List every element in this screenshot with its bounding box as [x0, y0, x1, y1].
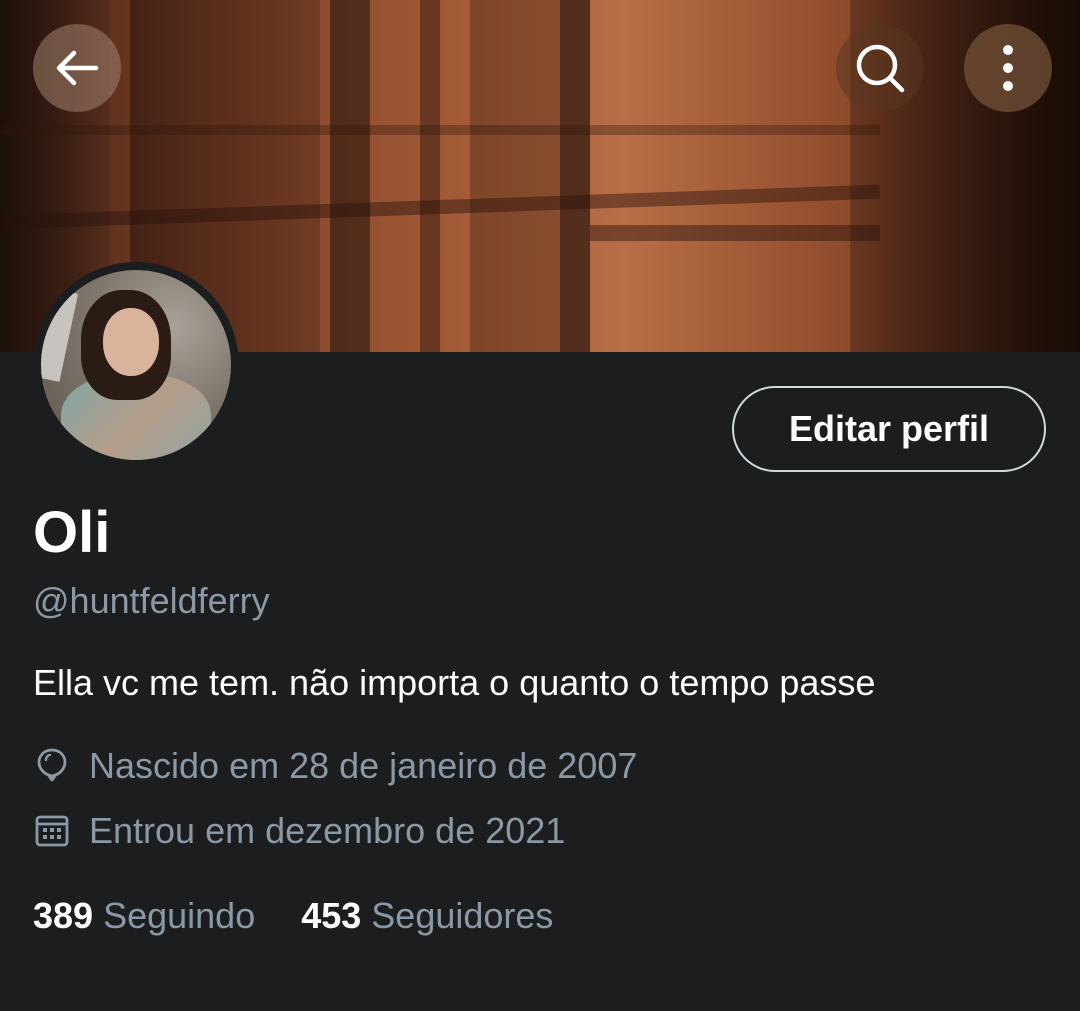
- profile-handle: @huntfeldferry: [33, 580, 270, 621]
- search-button[interactable]: [836, 24, 924, 112]
- following-count: 389: [33, 895, 94, 936]
- birth-date-text: Nascido em 28 de janeiro de 2007: [89, 745, 638, 786]
- more-vertical-icon: [1003, 45, 1013, 91]
- balloon-icon: [33, 747, 71, 785]
- profile-bio: Ella vc me tem. não importa o quanto o t…: [33, 662, 876, 703]
- profile-name: Oli: [33, 500, 111, 565]
- banner-shadow: [330, 0, 370, 352]
- birth-date-row: Nascido em 28 de janeiro de 2007: [33, 745, 637, 787]
- profile-stats: 389 Seguindo 453 Seguidores: [33, 895, 553, 937]
- avatar-arm: [41, 288, 79, 382]
- avatar-face: [103, 308, 159, 376]
- joined-date-row: Entrou em dezembro de 2021: [33, 810, 565, 852]
- search-icon: [856, 44, 905, 93]
- banner-shadow: [0, 125, 880, 135]
- edit-profile-button[interactable]: Editar perfil: [732, 386, 1046, 472]
- followers-label: Seguidores: [371, 895, 554, 936]
- followers-link[interactable]: 453 Seguidores: [301, 895, 553, 937]
- avatar-image: [41, 270, 231, 460]
- more-options-button[interactable]: [964, 24, 1052, 112]
- avatar[interactable]: [33, 262, 239, 468]
- banner-shadow: [560, 0, 590, 352]
- followers-count: 453: [301, 895, 362, 936]
- joined-date-text: Entrou em dezembro de 2021: [89, 810, 566, 851]
- banner-shadow: [420, 0, 440, 352]
- calendar-icon: [33, 812, 71, 850]
- following-label: Seguindo: [103, 895, 256, 936]
- arrow-left-icon: [56, 50, 99, 86]
- following-link[interactable]: 389 Seguindo: [33, 895, 255, 937]
- back-button[interactable]: [33, 24, 121, 112]
- banner-shadow: [590, 225, 880, 241]
